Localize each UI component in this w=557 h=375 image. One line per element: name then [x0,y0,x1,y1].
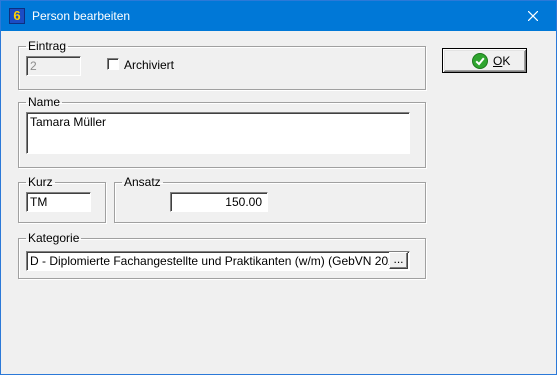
app-icon: 6 [9,8,25,24]
check-icon [472,53,488,69]
ok-label: OK [493,54,511,68]
close-button[interactable] [510,1,556,31]
name-textarea[interactable]: Tamara Müller [26,112,410,154]
kurz-legend: Kurz [28,175,53,189]
title-bar[interactable]: 6 Person bearbeiten [1,1,556,31]
ansatz-legend: Ansatz [124,175,161,189]
window-title: Person bearbeiten [32,9,131,23]
name-legend: Name [28,95,61,109]
eintrag-field: 2 [26,56,81,76]
kategorie-field[interactable]: D - Diplomierte Fachangestellte und Prak… [26,251,410,271]
kurz-field[interactable]: TM [26,192,91,212]
ansatz-group: Ansatz [114,176,426,223]
kategorie-legend: Kategorie [28,231,80,245]
kategorie-browse-button[interactable]: ... [389,252,408,269]
archived-checkbox[interactable] [107,58,119,70]
archived-label[interactable]: Archiviert [124,58,174,72]
close-icon [528,11,538,21]
eintrag-legend: Eintrag [28,39,67,53]
dialog-window: 6 Person bearbeiten Eintrag 2 Archiviert… [0,0,557,375]
ansatz-field[interactable]: 150.00 [170,192,268,212]
ok-button[interactable]: OK [442,48,527,73]
